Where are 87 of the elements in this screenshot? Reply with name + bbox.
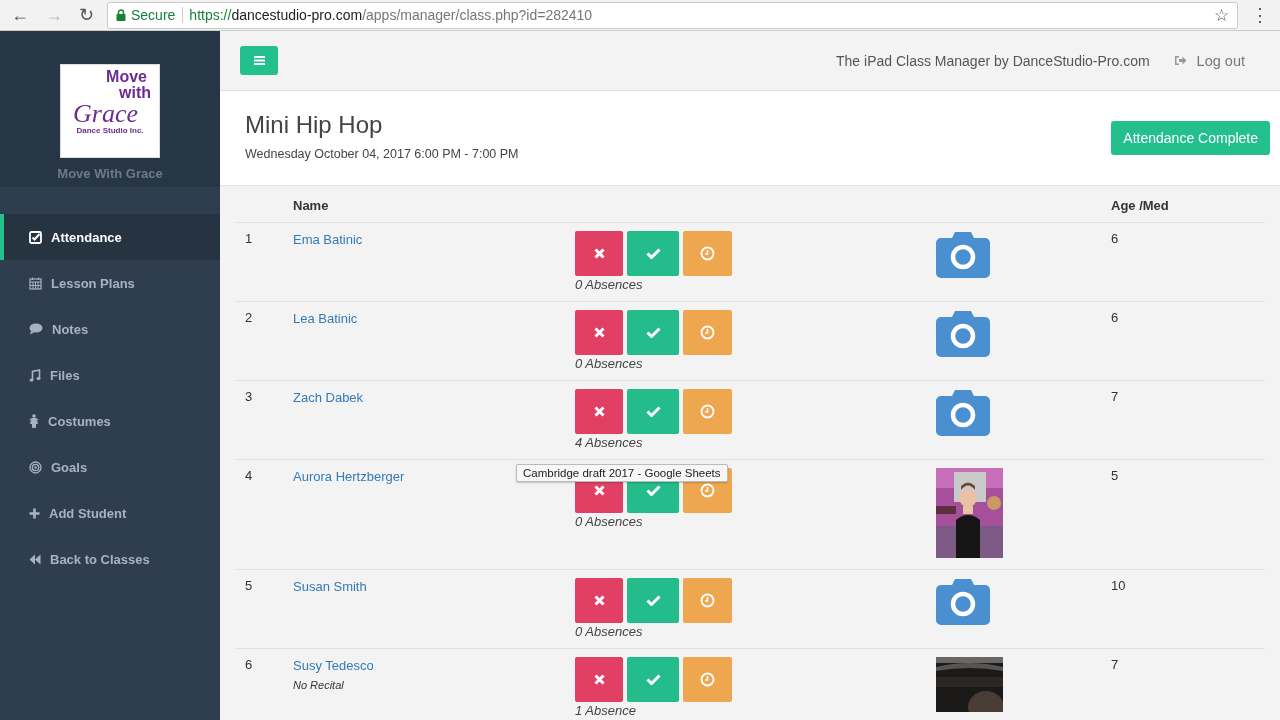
student-name-link[interactable]: Ema Batinic xyxy=(293,232,363,247)
speech-bubble-icon xyxy=(29,323,43,335)
reload-button[interactable]: ↻ xyxy=(76,5,97,25)
camera-icon[interactable] xyxy=(936,389,990,436)
student-age: 10 xyxy=(1111,578,1126,593)
student-age: 5 xyxy=(1111,468,1119,483)
menu-icon xyxy=(253,56,265,65)
student-name-link[interactable]: Susan Smith xyxy=(293,579,367,594)
class-title: Mini Hip Hop xyxy=(245,111,384,139)
browser-menu-button[interactable]: ⋮ xyxy=(1248,5,1272,25)
logout-icon xyxy=(1173,55,1187,66)
check-icon xyxy=(645,485,661,496)
logo-text: Dance Studio Inc. xyxy=(76,127,144,135)
absence-count: 4 Absences xyxy=(575,435,644,450)
row-number: 3 xyxy=(245,389,253,404)
close-icon xyxy=(593,595,605,606)
music-note-icon xyxy=(29,368,41,382)
absence-count: 1 Absence xyxy=(575,703,637,718)
close-icon xyxy=(593,485,605,496)
clock-icon xyxy=(700,593,715,608)
student-age: 7 xyxy=(1111,389,1119,404)
check-icon xyxy=(645,406,661,417)
absence-count: 0 Absences xyxy=(575,624,644,639)
row-number: 4 xyxy=(245,468,253,483)
sidebar-item[interactable]: Notes xyxy=(0,306,220,352)
studio-name: Move With Grace xyxy=(57,166,163,181)
logo-text: Grace xyxy=(73,101,138,127)
column-header: Name xyxy=(283,186,565,223)
class-schedule: Wednesday October 04, 2017 6:00 PM - 7:00 PM xyxy=(245,147,519,161)
sidebar-item[interactable]: Attendance xyxy=(0,214,220,260)
camera-icon[interactable] xyxy=(936,310,990,357)
camera-icon[interactable] xyxy=(936,231,990,278)
clock-icon xyxy=(700,246,715,261)
logout-link[interactable]: Log out xyxy=(1173,52,1245,69)
row-number: 1 xyxy=(245,231,253,246)
sidebar-item[interactable]: Back to Classes xyxy=(0,536,220,582)
student-note: No Recital xyxy=(293,679,345,691)
app-tagline: The iPad Class Manager by DanceStudio-Pro.com xyxy=(836,52,1150,69)
absence-count: 0 Absences xyxy=(575,277,644,292)
column-header: Age /Med xyxy=(1101,186,1265,223)
sidebar-item[interactable]: Goals xyxy=(0,444,220,490)
bookmark-star-button[interactable]: ☆ xyxy=(1214,4,1229,26)
student-name-link[interactable]: Lea Batinic xyxy=(293,311,358,326)
camera-icon[interactable] xyxy=(936,578,990,625)
check-icon xyxy=(645,674,661,685)
student-age: 6 xyxy=(1111,310,1119,325)
calendar-icon xyxy=(29,276,42,290)
tooltip: Cambridge draft 2017 - Google Sheets xyxy=(516,464,728,482)
row-number: 5 xyxy=(245,578,253,593)
student-age: 6 xyxy=(1111,231,1119,246)
clock-icon xyxy=(700,404,715,419)
close-icon xyxy=(593,248,605,259)
address-bar[interactable]: Secure https://dancestudio-pro.com/apps/manager/class.php?id=282410 ☆ xyxy=(107,1,1238,29)
student-age: 7 xyxy=(1111,657,1119,672)
sidebar-item[interactable]: Lesson Plans xyxy=(0,260,220,306)
close-icon xyxy=(593,674,605,685)
sidebar-item[interactable]: Files xyxy=(0,352,220,398)
student-name-link[interactable]: Susy Tedesco xyxy=(293,658,374,673)
clock-icon xyxy=(700,325,715,340)
target-icon xyxy=(29,460,42,474)
plus-icon xyxy=(29,507,40,519)
menu-button[interactable] xyxy=(240,46,278,75)
row-number: 6 xyxy=(245,657,253,672)
secure-label: Secure xyxy=(131,7,176,23)
sidebar-item[interactable]: Add Student xyxy=(0,490,220,536)
student-name-link[interactable]: Zach Dabek xyxy=(293,390,364,405)
check-icon xyxy=(645,248,661,259)
close-icon xyxy=(593,406,605,417)
logo-text: Move xyxy=(106,69,147,85)
close-icon xyxy=(593,327,605,338)
clock-icon xyxy=(700,483,715,498)
back-button[interactable]: ← xyxy=(8,5,32,25)
check-icon xyxy=(645,595,661,606)
figure-icon xyxy=(29,414,39,428)
checkbox-icon xyxy=(29,230,42,244)
sidebar-item[interactable]: Costumes xyxy=(0,398,220,444)
row-number: 2 xyxy=(245,310,253,325)
logo-text: with xyxy=(119,85,151,101)
student-name-link[interactable]: Aurora Hertzberger xyxy=(293,469,405,484)
check-icon xyxy=(645,327,661,338)
lock-icon xyxy=(116,9,126,21)
clock-icon xyxy=(700,672,715,687)
absent-button[interactable] xyxy=(575,231,623,276)
rewind-icon xyxy=(29,553,41,565)
url-text: https://dancestudio-pro.com/apps/manager/class.php?id=282410 xyxy=(189,7,593,23)
absence-count: 0 Absences xyxy=(575,356,644,371)
absence-count: 0 Absences xyxy=(575,514,644,529)
